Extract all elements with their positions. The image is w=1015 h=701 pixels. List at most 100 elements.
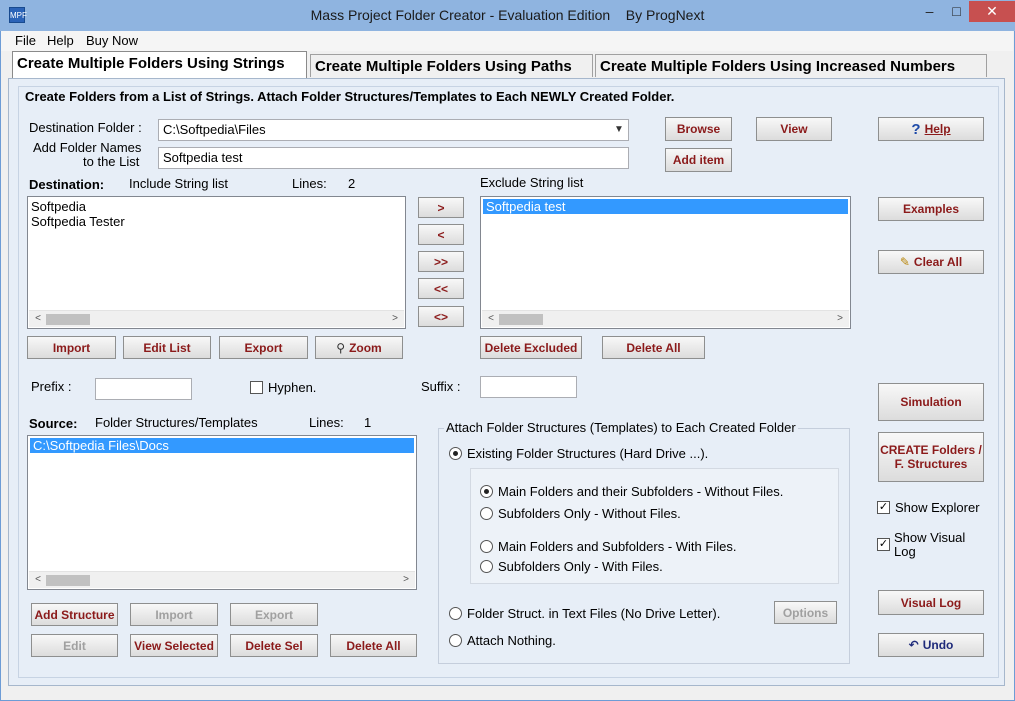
main-with-files-radio[interactable]	[480, 540, 493, 553]
horizontal-scrollbar[interactable]: < >	[29, 571, 415, 588]
suboption-sub-no-files[interactable]: Subfolders Only - Without Files.	[480, 506, 681, 521]
delete-selected-button[interactable]: Delete Sel	[230, 634, 318, 657]
add-names-label-2: to the List	[83, 154, 140, 169]
move-all-left-button[interactable]: <<	[418, 278, 464, 299]
text-files-radio[interactable]	[449, 607, 462, 620]
delete-all-structures-button[interactable]: Delete All	[330, 634, 417, 657]
browse-button[interactable]: Browse	[665, 117, 732, 141]
existing-structures-option[interactable]: Existing Folder Structures (Hard Drive .…	[449, 446, 708, 461]
export-button[interactable]: Export	[219, 336, 308, 359]
sub-no-files-radio[interactable]	[480, 507, 493, 520]
zoom-button[interactable]: ⚲ Zoom	[315, 336, 403, 359]
destination-folder-label: Destination Folder :	[29, 120, 142, 135]
suffix-input[interactable]	[480, 376, 577, 398]
help-button-label: Help	[924, 122, 951, 136]
existing-structures-radio[interactable]	[449, 447, 462, 460]
delete-excluded-button[interactable]: Delete Excluded	[480, 336, 582, 359]
horizontal-scrollbar[interactable]: < >	[29, 310, 404, 327]
show-explorer-checkbox[interactable]: ✓	[877, 501, 890, 514]
menu-bar	[1, 31, 1013, 51]
help-button[interactable]: ? Help	[878, 117, 984, 141]
list-item[interactable]: C:\Softpedia Files\Docs	[30, 438, 414, 453]
exclude-listbox[interactable]: Softpedia test < >	[480, 196, 851, 329]
add-item-button[interactable]: Add item	[665, 148, 732, 172]
view-selected-button[interactable]: View Selected	[130, 634, 218, 657]
add-structure-button[interactable]: Add Structure	[31, 603, 118, 626]
minimize-button[interactable]: –	[916, 1, 943, 22]
menu-file[interactable]: File	[15, 33, 36, 48]
close-button[interactable]: ✕	[969, 1, 1015, 22]
scroll-thumb[interactable]	[499, 314, 543, 325]
attach-nothing-option[interactable]: Attach Nothing.	[449, 633, 556, 648]
list-item[interactable]: Softpedia Tester	[28, 214, 405, 229]
main-no-files-label: Main Folders and their Subfolders - With…	[498, 484, 784, 499]
sub-with-files-radio[interactable]	[480, 560, 493, 573]
tab-paths[interactable]: Create Multiple Folders Using Paths	[310, 54, 593, 77]
zoom-label: Zoom	[349, 340, 382, 355]
prefix-input[interactable]	[95, 378, 192, 400]
export-structure-button[interactable]: Export	[230, 603, 318, 626]
destination-folder-value: C:\Softpedia\Files	[163, 122, 266, 137]
suboption-main-with-files[interactable]: Main Folders and Subfolders - With Files…	[480, 539, 736, 554]
list-item[interactable]: Softpedia test	[483, 199, 848, 214]
main-no-files-radio[interactable]	[480, 485, 493, 498]
destination-folder-combo[interactable]: C:\Softpedia\Files ▼	[158, 119, 629, 141]
include-lines-count: 2	[348, 176, 356, 191]
scroll-left-icon[interactable]: <	[484, 312, 498, 326]
scroll-thumb[interactable]	[46, 314, 90, 325]
text-files-option[interactable]: Folder Struct. in Text Files (No Drive L…	[449, 606, 720, 621]
move-left-button[interactable]: <	[418, 224, 464, 245]
menu-buy-now[interactable]: Buy Now	[86, 33, 138, 48]
attach-nothing-radio[interactable]	[449, 634, 462, 647]
undo-button[interactable]: ↶ Undo	[878, 633, 984, 657]
scroll-thumb[interactable]	[46, 575, 90, 586]
scroll-right-icon[interactable]: >	[388, 312, 402, 326]
edit-structure-button[interactable]: Edit	[31, 634, 118, 657]
suffix-label: Suffix :	[421, 379, 461, 394]
sub-no-files-label: Subfolders Only - Without Files.	[498, 506, 681, 521]
main-with-files-label: Main Folders and Subfolders - With Files…	[498, 539, 737, 554]
clear-all-button[interactable]: ✎ Clear All	[878, 250, 984, 274]
question-icon: ?	[911, 120, 921, 138]
existing-structures-label: Existing Folder Structures (Hard Drive .…	[467, 446, 709, 461]
suboption-sub-with-files[interactable]: Subfolders Only - With Files.	[480, 559, 663, 574]
menu-help[interactable]: Help	[47, 33, 74, 48]
tab-increased-numbers[interactable]: Create Multiple Folders Using Increased …	[595, 54, 987, 77]
chevron-down-icon[interactable]: ▼	[612, 122, 626, 138]
maximize-button[interactable]: □	[943, 1, 970, 22]
swap-button[interactable]: <>	[418, 306, 464, 327]
include-listbox[interactable]: Softpedia Softpedia Tester < >	[27, 196, 406, 329]
simulation-button[interactable]: Simulation	[878, 383, 984, 421]
show-explorer-option[interactable]: ✓ Show Explorer	[877, 500, 980, 515]
view-button[interactable]: View	[756, 117, 832, 141]
examples-button[interactable]: Examples	[878, 197, 984, 221]
create-folders-label-1: CREATE Folders /	[880, 443, 982, 457]
include-lines-label: Lines:	[292, 176, 327, 191]
hyphen-checkbox[interactable]	[250, 381, 263, 394]
list-item[interactable]: Softpedia	[28, 199, 405, 214]
undo-label: Undo	[922, 638, 954, 652]
undo-icon: ↶	[908, 638, 919, 652]
hyphen-option[interactable]: Hyphen.	[250, 380, 316, 395]
exclude-list-title: Exclude String list	[480, 175, 584, 190]
source-listbox[interactable]: C:\Softpedia Files\Docs < >	[27, 435, 417, 590]
eraser-icon: ✎	[899, 255, 910, 269]
import-structure-button[interactable]: Import	[130, 603, 218, 626]
move-right-button[interactable]: >	[418, 197, 464, 218]
horizontal-scrollbar[interactable]: < >	[482, 310, 849, 327]
import-button[interactable]: Import	[27, 336, 116, 359]
edit-list-button[interactable]: Edit List	[123, 336, 211, 359]
scroll-right-icon[interactable]: >	[399, 573, 413, 587]
scroll-left-icon[interactable]: <	[31, 312, 45, 326]
scroll-left-icon[interactable]: <	[31, 573, 45, 587]
delete-all-excluded-button[interactable]: Delete All	[602, 336, 705, 359]
options-button[interactable]: Options	[774, 601, 837, 624]
show-visual-log-checkbox[interactable]: ✓	[877, 538, 890, 551]
scroll-right-icon[interactable]: >	[833, 312, 847, 326]
tab-strings[interactable]: Create Multiple Folders Using Strings	[12, 51, 307, 78]
add-names-input[interactable]: Softpedia test	[158, 147, 629, 169]
create-folders-button[interactable]: CREATE Folders / F. Structures	[878, 432, 984, 482]
move-all-right-button[interactable]: >>	[418, 251, 464, 272]
visual-log-button[interactable]: Visual Log	[878, 590, 984, 615]
suboption-main-no-files[interactable]: Main Folders and their Subfolders - With…	[480, 484, 783, 499]
